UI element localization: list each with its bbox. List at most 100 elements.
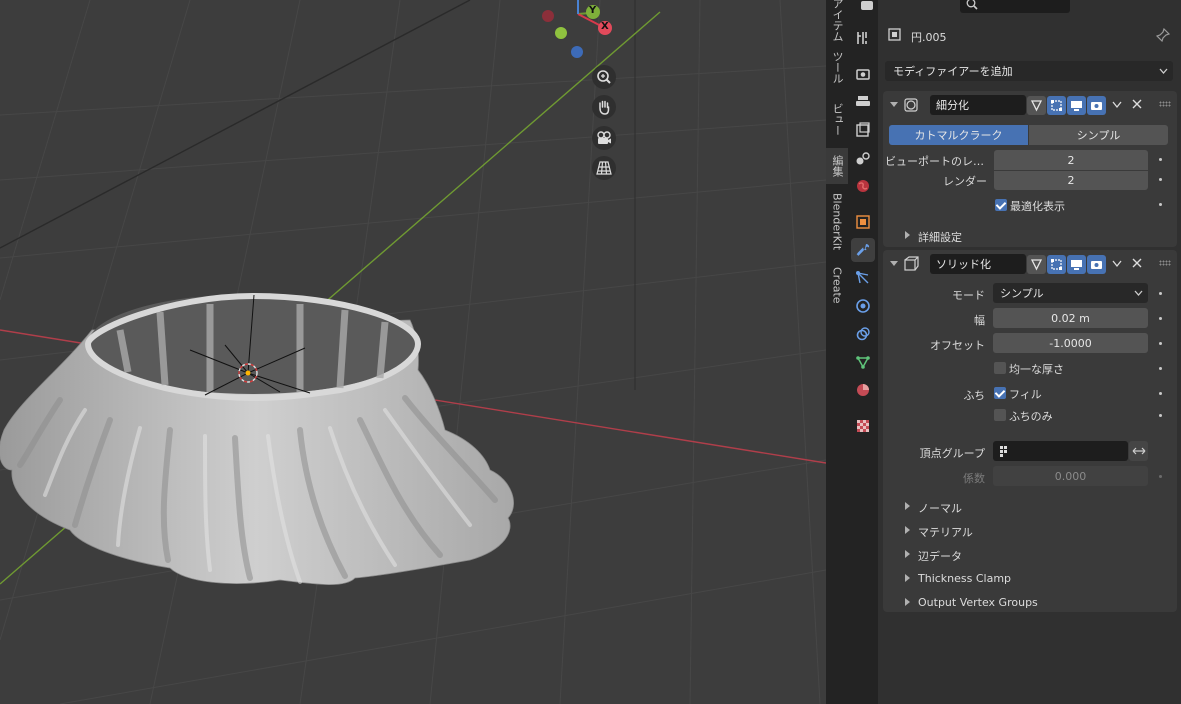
viewport-display-toggle[interactable] (1067, 96, 1086, 115)
edit-mode-toggle[interactable] (1047, 255, 1066, 274)
invert-vertex-group-button[interactable] (1129, 441, 1148, 461)
render-levels-field[interactable]: 2 (994, 170, 1148, 190)
collapse-arrow-icon[interactable] (890, 102, 898, 107)
subsurf-modifier-panel: 細分化 カトマルクラーク シンプル ビューポートのレ… 2 レンダー 2 最適化… (883, 91, 1177, 247)
edit-cage-toggle[interactable] (1027, 96, 1046, 115)
scene-properties-icon[interactable] (851, 146, 875, 170)
viewport-levels-label: ビューポートのレ… (885, 155, 984, 168)
expand-arrow-icon[interactable] (905, 502, 910, 510)
normals-subpanel[interactable]: ノーマル (918, 500, 962, 516)
world-properties-icon[interactable] (851, 174, 875, 198)
particles-icon[interactable] (851, 266, 875, 290)
chevron-down-icon (1134, 290, 1143, 296)
vertex-group-field[interactable] (993, 441, 1128, 461)
zoom-icon[interactable] (592, 65, 616, 89)
object-properties-icon[interactable] (851, 210, 875, 234)
viewport-levels-field[interactable]: 2 (994, 150, 1148, 170)
output-vertex-groups-subpanel[interactable]: Output Vertex Groups (918, 596, 1038, 609)
tab-create[interactable]: Create (826, 262, 848, 308)
edit-cage-toggle[interactable] (1027, 255, 1046, 274)
materials-subpanel[interactable]: マテリアル (918, 524, 973, 540)
keyframe-dot[interactable] (1159, 317, 1162, 320)
solidify-modifier-panel: ソリッド化 モード シンプル 幅 0.02 m オフセット -1.0000 均一… (883, 250, 1177, 612)
factor-field[interactable]: 0.000 (993, 466, 1148, 486)
gizmo-x-label: X (601, 21, 609, 32)
3d-viewport[interactable]: Y X (0, 0, 826, 704)
fill-rim-label: フィル (1009, 388, 1042, 401)
modifier-properties-icon[interactable] (851, 238, 875, 262)
tool-settings-icon[interactable] (851, 26, 875, 50)
close-icon[interactable] (1132, 99, 1142, 109)
tab-blenderkit[interactable]: BlenderKit (826, 190, 848, 254)
simple-tab[interactable]: シンプル (1029, 125, 1168, 145)
keyframe-dot[interactable] (1159, 414, 1162, 417)
expand-arrow-icon[interactable] (905, 231, 910, 239)
editor-type-icon[interactable] (856, 0, 880, 14)
viewport-display-toggle[interactable] (1067, 255, 1086, 274)
thickness-clamp-subpanel[interactable]: Thickness Clamp (918, 572, 1011, 585)
render-levels-label: レンダー (943, 175, 987, 188)
modifier-menu-chevron-icon[interactable] (1112, 101, 1122, 109)
catmull-clark-tab[interactable]: カトマルクラーク (889, 125, 1028, 145)
render-toggle[interactable] (1087, 255, 1106, 274)
offset-label: オフセット (930, 339, 985, 352)
viewport-scene (0, 0, 826, 704)
thickness-field[interactable]: 0.02 m (993, 308, 1148, 328)
tab-edit[interactable]: 編集 (826, 148, 848, 184)
object-data-icon[interactable] (851, 350, 875, 374)
expand-arrow-icon[interactable] (905, 550, 910, 558)
properties-tab-column (848, 0, 878, 704)
perspective-grid-icon[interactable] (592, 156, 616, 180)
edge-data-subpanel[interactable]: 辺データ (918, 548, 962, 564)
expand-arrow-icon[interactable] (905, 574, 910, 582)
keyframe-dot[interactable] (1159, 392, 1162, 395)
swap-arrows-icon (1132, 447, 1145, 455)
view-layer-icon[interactable] (851, 118, 875, 142)
material-icon[interactable] (851, 378, 875, 402)
object-icon (888, 28, 901, 41)
offset-field[interactable]: -1.0000 (993, 333, 1148, 353)
keyframe-dot[interactable] (1159, 367, 1162, 370)
pan-hand-icon[interactable] (592, 95, 616, 119)
tab-view[interactable]: ビュー (826, 96, 848, 142)
texture-icon[interactable] (851, 414, 875, 438)
render-properties-icon[interactable] (851, 62, 875, 86)
drag-handle-icon[interactable] (1159, 101, 1171, 107)
solidify-name-field[interactable]: ソリッド化 (930, 254, 1026, 274)
keyframe-dot[interactable] (1159, 342, 1162, 345)
even-thickness-checkbox[interactable] (994, 362, 1006, 374)
expand-arrow-icon[interactable] (905, 598, 910, 606)
keyframe-dot[interactable] (1159, 203, 1162, 206)
subsurf-name-field[interactable]: 細分化 (930, 95, 1026, 115)
mode-dropdown[interactable]: シンプル (993, 283, 1148, 303)
camera-view-icon[interactable] (592, 126, 616, 150)
add-modifier-dropdown[interactable]: モディファイアーを追加 (885, 61, 1173, 81)
close-icon[interactable] (1132, 258, 1142, 268)
advanced-subpanel[interactable]: 詳細設定 (918, 229, 962, 245)
tab-tool[interactable]: ツール (826, 42, 848, 92)
fill-rim-checkbox[interactable] (994, 387, 1006, 399)
object-name: 円.005 (911, 31, 947, 44)
physics-icon[interactable] (851, 294, 875, 318)
output-properties-icon[interactable] (851, 90, 875, 114)
keyframe-dot[interactable] (1159, 292, 1162, 295)
drag-handle-icon[interactable] (1159, 260, 1171, 266)
vertex-group-icon (1000, 446, 1007, 457)
keyframe-dot[interactable] (1159, 475, 1162, 478)
solidify-modifier-icon (904, 256, 919, 271)
expand-arrow-icon[interactable] (905, 526, 910, 534)
optimal-display-checkbox[interactable] (995, 199, 1007, 211)
properties-search-field[interactable] (960, 0, 1070, 13)
collapse-arrow-icon[interactable] (890, 261, 898, 266)
rim-label: ふち (963, 389, 985, 402)
keyframe-dot[interactable] (1159, 158, 1162, 161)
modifier-menu-chevron-icon[interactable] (1112, 260, 1122, 268)
keyframe-dot[interactable] (1159, 178, 1162, 181)
rim-only-checkbox[interactable] (994, 409, 1006, 421)
gizmo-y-label: Y (589, 5, 597, 16)
edit-mode-toggle[interactable] (1047, 96, 1066, 115)
constraints-icon[interactable] (851, 322, 875, 346)
tab-item[interactable]: アイテム (826, 0, 848, 42)
render-toggle[interactable] (1087, 96, 1106, 115)
pin-icon[interactable] (1156, 28, 1170, 42)
